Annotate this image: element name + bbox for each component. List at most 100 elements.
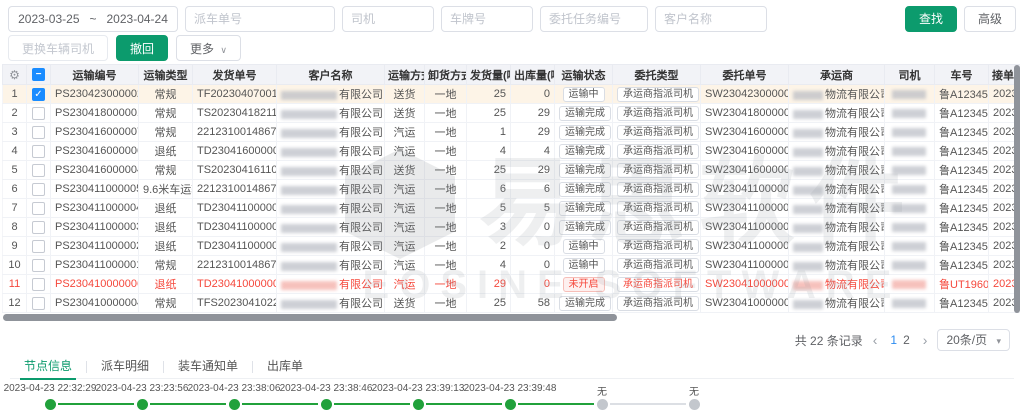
status-badge: 运输完成 — [559, 182, 611, 197]
advanced-button[interactable]: 高级 — [964, 6, 1016, 32]
row-checkbox[interactable] — [32, 240, 45, 253]
vertical-scrollbar[interactable] — [1014, 65, 1020, 313]
row-checkbox[interactable] — [32, 145, 45, 158]
column-header-transport_type: 运输类型 — [139, 65, 193, 85]
transport-no: PS230416000004 — [51, 161, 139, 180]
table-row[interactable]: 10PS230411000001常规22123100148677有限公司汽运一地… — [3, 256, 1021, 275]
row-checkbox[interactable] — [32, 107, 45, 120]
page-size-select[interactable]: 20条/页 ▾ — [937, 329, 1010, 351]
table-row[interactable]: 2PS230418000001常规TS202304182114有限公司送货一地2… — [3, 104, 1021, 123]
driver — [885, 142, 935, 161]
carrier-redacted — [793, 300, 823, 309]
carrier: 物流有限公司 — [789, 218, 885, 237]
plate-no: 鲁A12345 — [935, 161, 989, 180]
search-button[interactable]: 查找 — [905, 6, 957, 32]
table-row[interactable]: 1✓PS230423000002常规TF20230407001有限公司送货一地2… — [3, 85, 1021, 104]
out-qty: 4 — [511, 142, 555, 161]
transport-type: 9.6米车运输 — [139, 180, 193, 199]
driver-input[interactable] — [342, 6, 434, 32]
status-badge: 运输中 — [563, 87, 605, 102]
prev-page-button[interactable]: ‹ — [873, 332, 878, 348]
dispatch-no-input[interactable] — [185, 6, 335, 32]
column-header-driver: 司机 — [885, 65, 935, 85]
row-index: 9 — [3, 237, 27, 256]
status-badge: 运输完成 — [559, 144, 611, 159]
consign-type-badge: 承运商指派司机 — [617, 163, 699, 178]
next-page-button[interactable]: › — [923, 332, 928, 348]
filter-bar: 查找 高级 — [0, 0, 1024, 32]
row-checkbox[interactable] — [32, 202, 45, 215]
row-checkbox[interactable] — [32, 297, 45, 310]
page-number-1[interactable]: 1 — [887, 333, 900, 347]
table-row[interactable]: 6PS2304110000059.6米车运输22123100148676有限公司… — [3, 180, 1021, 199]
column-header-status: 运输状态 — [555, 65, 613, 85]
consign-type-badge: 承运商指派司机 — [617, 182, 699, 197]
out-qty: 0 — [511, 218, 555, 237]
row-checkbox[interactable] — [32, 259, 45, 272]
table-row[interactable]: 12PS230410000004常规TFS202304102203有限公司送货一… — [3, 294, 1021, 313]
row-checkbox[interactable] — [32, 221, 45, 234]
transport-type: 退纸 — [139, 142, 193, 161]
table-row[interactable]: 11PS230410000006退纸TD230410000009有限公司汽运一地… — [3, 275, 1021, 294]
unload-method: 一地 — [425, 218, 467, 237]
tab-4[interactable]: 出库单 — [253, 355, 317, 379]
unload-method: 一地 — [425, 237, 467, 256]
date-range-input[interactable] — [8, 6, 178, 32]
table-row[interactable]: 4PS230416000006退纸TD230416000002有限公司汽运一地4… — [3, 142, 1021, 161]
out-qty: 0 — [511, 85, 555, 104]
row-index: 6 — [3, 180, 27, 199]
unload-method: 一地 — [425, 161, 467, 180]
transport-status: 运输完成 — [555, 142, 613, 161]
customer-name-redacted — [281, 300, 337, 309]
plate-input[interactable] — [441, 6, 533, 32]
timeline-node-dot-icon — [413, 399, 424, 410]
table-row[interactable]: 3PS230416000007常规22123100148673有限公司汽运一地1… — [3, 123, 1021, 142]
driver-redacted — [892, 166, 926, 175]
row-checkbox[interactable]: ✓ — [32, 88, 45, 101]
tab-2[interactable]: 派车明细 — [87, 355, 163, 379]
row-checkbox[interactable] — [32, 278, 45, 291]
column-header-unload: 卸货方式 — [425, 65, 467, 85]
unload-method: 一地 — [425, 180, 467, 199]
column-header-method: 运输方式 — [385, 65, 425, 85]
consign-type: 承运商指派司机 — [613, 294, 701, 313]
transport-table-wrap: ⚙−运输编号运输类型发货单号客户名称运输方式卸货方式发货量(吨)出库量(吨)运输… — [2, 64, 1020, 313]
change-vehicle-driver-button[interactable]: 更换车辆司机 — [8, 35, 108, 61]
row-index: 3 — [3, 123, 27, 142]
table-row[interactable]: 9PS230411000002退纸TD230411000007有限公司汽运一地2… — [3, 237, 1021, 256]
page-number-2[interactable]: 2 — [900, 333, 913, 347]
horizontal-scrollbar[interactable] — [3, 314, 617, 321]
unload-method: 一地 — [425, 104, 467, 123]
more-dropdown-button[interactable]: 更多 ∨ — [176, 35, 241, 61]
tab-1[interactable]: 节点信息 — [10, 355, 86, 379]
tab-3[interactable]: 装车通知单 — [164, 355, 252, 379]
customer-name: 有限公司 — [277, 180, 385, 199]
table-row[interactable]: 7PS230411000004退纸TD230411000009有限公司汽运一地5… — [3, 199, 1021, 218]
row-checkbox[interactable] — [32, 183, 45, 196]
transport-method: 汽运 — [385, 237, 425, 256]
consign-type-badge: 承运商指派司机 — [617, 144, 699, 159]
carrier-redacted — [793, 148, 823, 157]
column-header-ship_no: 发货单号 — [193, 65, 277, 85]
recall-button[interactable]: 撤回 — [116, 35, 168, 61]
status-badge: 运输完成 — [559, 106, 611, 121]
carrier-redacted — [793, 186, 823, 195]
consign-type-badge: 承运商指派司机 — [617, 87, 699, 102]
task-no-input[interactable] — [540, 6, 648, 32]
customer-name: 有限公司 — [277, 142, 385, 161]
column-settings-icon[interactable]: ⚙ — [9, 68, 20, 82]
transport-method: 汽运 — [385, 275, 425, 294]
customer-name-input[interactable] — [655, 6, 767, 32]
row-checkbox[interactable] — [32, 126, 45, 139]
table-row[interactable]: 8PS230411000003退纸TD230411000008有限公司汽运一地3… — [3, 218, 1021, 237]
row-index: 10 — [3, 256, 27, 275]
row-checkbox-cell — [27, 199, 51, 218]
table-row[interactable]: 5PS230416000004常规TS202304161109有限公司送货一地2… — [3, 161, 1021, 180]
select-all-checkbox[interactable]: − — [32, 68, 45, 81]
consign-no: SW230416000006 — [701, 161, 789, 180]
column-header-out_qty: 出库量(吨) — [511, 65, 555, 85]
plate-no: 鲁A12345 — [935, 123, 989, 142]
customer-name: 有限公司 — [277, 161, 385, 180]
column-settings-header: ⚙ — [3, 65, 27, 85]
row-checkbox[interactable] — [32, 164, 45, 177]
